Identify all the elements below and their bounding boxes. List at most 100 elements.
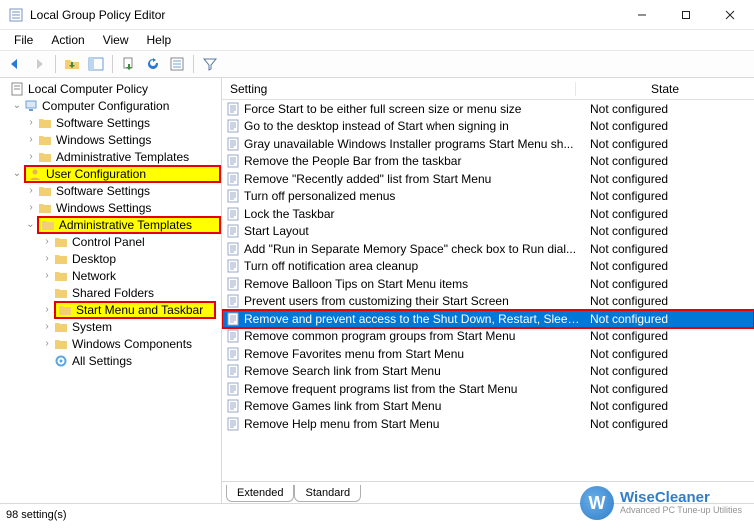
refresh-button[interactable] xyxy=(142,53,164,75)
forward-button[interactable] xyxy=(28,53,50,75)
list-row[interactable]: Remove Help menu from Start MenuNot conf… xyxy=(222,415,754,433)
expander-icon[interactable]: › xyxy=(42,321,52,332)
list-body[interactable]: Force Start to be either full screen siz… xyxy=(222,100,754,481)
expander-icon[interactable]: › xyxy=(26,202,36,213)
tree-label: All Settings xyxy=(71,354,133,368)
setting-name: Remove "Recently added" list from Start … xyxy=(244,172,580,186)
tree-desktop[interactable]: ›Desktop xyxy=(0,250,221,267)
folder-icon xyxy=(54,286,68,300)
expander-icon[interactable]: › xyxy=(26,151,36,162)
expander-icon[interactable]: ⌄ xyxy=(12,168,22,179)
list-row[interactable]: Remove Favorites menu from Start MenuNot… xyxy=(222,345,754,363)
filter-button[interactable] xyxy=(199,53,221,75)
expander-icon[interactable]: ⌄ xyxy=(12,100,22,111)
tree-control-panel[interactable]: ›Control Panel xyxy=(0,233,221,250)
policy-icon xyxy=(226,417,240,431)
app-icon xyxy=(8,7,24,23)
back-button[interactable] xyxy=(4,53,26,75)
tree-shared-folders[interactable]: ›Shared Folders xyxy=(0,284,221,301)
export-button[interactable] xyxy=(118,53,140,75)
close-button[interactable] xyxy=(708,1,752,29)
tree-all-settings[interactable]: ›All Settings xyxy=(0,352,221,369)
list-row[interactable]: Remove "Recently added" list from Start … xyxy=(222,170,754,188)
menu-view[interactable]: View xyxy=(95,32,137,48)
list-row[interactable]: Turn off notification area cleanupNot co… xyxy=(222,258,754,276)
list-row[interactable]: Remove and prevent access to the Shut Do… xyxy=(222,310,754,328)
menu-file[interactable]: File xyxy=(6,32,41,48)
tree-label: Windows Settings xyxy=(55,133,152,147)
column-setting[interactable]: Setting xyxy=(222,82,576,96)
expander-icon[interactable]: › xyxy=(42,253,52,264)
tree-cc-software[interactable]: ›Software Settings xyxy=(0,114,221,131)
tree-pane[interactable]: Local Computer Policy ⌄ Computer Configu… xyxy=(0,78,222,503)
expander-icon[interactable]: › xyxy=(42,338,52,349)
folder-icon xyxy=(54,269,68,283)
tree-label: System xyxy=(71,320,113,334)
list-row[interactable]: Add "Run in Separate Memory Space" check… xyxy=(222,240,754,258)
list-row[interactable]: Remove common program groups from Start … xyxy=(222,328,754,346)
tree-windows-components[interactable]: › Windows Components xyxy=(0,335,221,352)
list-row[interactable]: Prevent users from customizing their Sta… xyxy=(222,293,754,311)
expander-icon[interactable]: ⌄ xyxy=(26,219,35,230)
tree-cc-windows[interactable]: › Windows Settings xyxy=(0,131,221,148)
folder-icon xyxy=(58,303,72,317)
expander-icon[interactable]: › xyxy=(26,117,36,128)
list-row[interactable]: Start LayoutNot configured xyxy=(222,223,754,241)
list-row[interactable]: Go to the desktop instead of Start when … xyxy=(222,118,754,136)
tree-cc-admin[interactable]: ›Administrative Templates xyxy=(0,148,221,165)
titlebar: Local Group Policy Editor xyxy=(0,0,754,30)
setting-name: Remove common program groups from Start … xyxy=(244,329,580,343)
tree-label: Administrative Templates xyxy=(58,218,193,232)
show-hide-tree-button[interactable] xyxy=(85,53,107,75)
status-text: 98 setting(s) xyxy=(6,509,67,521)
list-row[interactable]: Lock the TaskbarNot configured xyxy=(222,205,754,223)
user-icon xyxy=(28,167,42,181)
menu-action[interactable]: Action xyxy=(43,32,92,48)
list-row[interactable]: Gray unavailable Windows Installer progr… xyxy=(222,135,754,153)
minimize-button[interactable] xyxy=(620,1,664,29)
tree-system[interactable]: › System xyxy=(0,318,221,335)
tab-extended[interactable]: Extended xyxy=(226,485,294,502)
list-row[interactable]: Remove Search link from Start MenuNot co… xyxy=(222,363,754,381)
list-row[interactable]: Force Start to be either full screen siz… xyxy=(222,100,754,118)
up-button[interactable] xyxy=(61,53,83,75)
list-row[interactable]: Remove Balloon Tips on Start Menu itemsN… xyxy=(222,275,754,293)
folder-icon xyxy=(54,320,68,334)
expander-icon[interactable]: › xyxy=(26,185,36,196)
policy-icon xyxy=(226,102,240,116)
expander-icon[interactable]: › xyxy=(42,304,52,315)
list-row[interactable]: Remove frequent programs list from the S… xyxy=(222,380,754,398)
tree-start-menu-taskbar[interactable]: › Start Menu and Taskbar xyxy=(0,301,221,318)
settings-icon xyxy=(54,354,68,368)
column-state[interactable]: State xyxy=(576,82,754,96)
expander-icon[interactable]: › xyxy=(42,270,52,281)
setting-name: Go to the desktop instead of Start when … xyxy=(244,119,580,133)
policy-icon xyxy=(226,329,240,343)
tree-label: Windows Components xyxy=(71,337,193,351)
list-row[interactable]: Turn off personalized menusNot configure… xyxy=(222,188,754,206)
setting-state: Not configured xyxy=(580,329,754,343)
setting-state: Not configured xyxy=(580,102,754,116)
tree-label: Shared Folders xyxy=(71,286,155,300)
policy-icon xyxy=(226,294,240,308)
tree-uc-windows[interactable]: ›Windows Settings xyxy=(0,199,221,216)
tree-network[interactable]: ›Network xyxy=(0,267,221,284)
toolbar-separator xyxy=(193,55,194,73)
menu-help[interactable]: Help xyxy=(139,32,180,48)
properties-button[interactable] xyxy=(166,53,188,75)
tree-uc-admin[interactable]: ⌄ Administrative Templates xyxy=(0,216,221,233)
tree-root[interactable]: Local Computer Policy xyxy=(0,80,221,97)
list-row[interactable]: Remove the People Bar from the taskbarNo… xyxy=(222,153,754,171)
list-row[interactable]: Remove Games link from Start MenuNot con… xyxy=(222,398,754,416)
expander-icon[interactable]: › xyxy=(26,134,36,145)
expander-icon[interactable]: › xyxy=(42,236,52,247)
tree-computer-configuration[interactable]: ⌄ Computer Configuration xyxy=(0,97,221,114)
tree-user-configuration[interactable]: ⌄ User Configuration xyxy=(0,165,221,182)
watermark: W WiseCleaner Advanced PC Tune-up Utilit… xyxy=(580,486,742,520)
tab-standard[interactable]: Standard xyxy=(294,485,361,502)
maximize-button[interactable] xyxy=(664,1,708,29)
tree-uc-software[interactable]: ›Software Settings xyxy=(0,182,221,199)
setting-name: Remove Help menu from Start Menu xyxy=(244,417,580,431)
menubar: File Action View Help xyxy=(0,30,754,50)
tree-label: Start Menu and Taskbar xyxy=(75,303,204,317)
